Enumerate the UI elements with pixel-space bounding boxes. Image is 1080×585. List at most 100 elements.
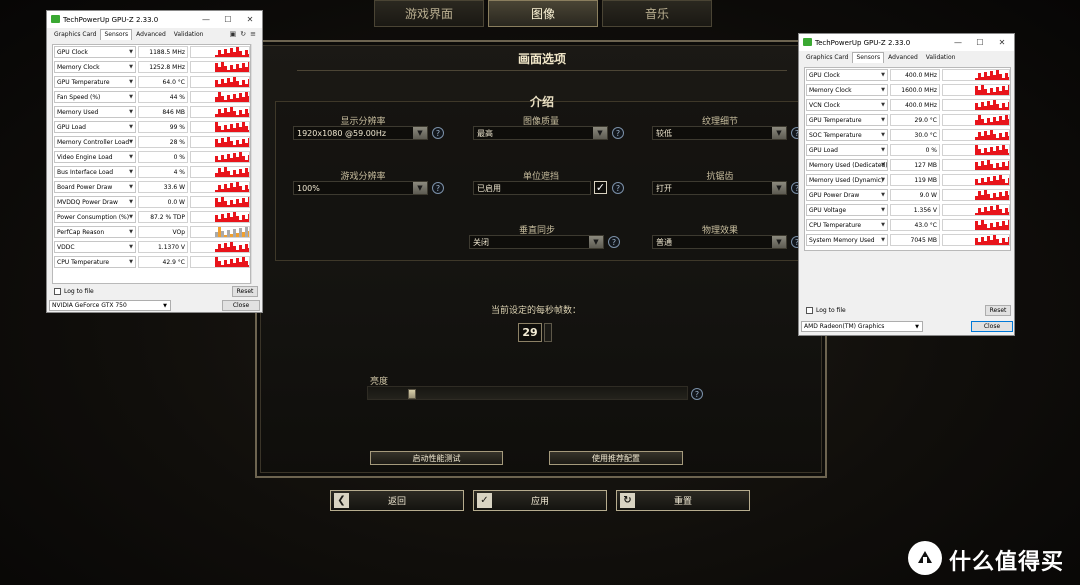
help-icon[interactable]: ?	[608, 236, 620, 248]
reset-sensors-button[interactable]: Reset	[232, 286, 258, 297]
help-icon[interactable]: ?	[612, 182, 624, 194]
sensor-name-dropdown[interactable]: GPU Load ▼	[54, 121, 136, 133]
minimize-icon[interactable]: —	[946, 34, 970, 51]
tab-game-ui[interactable]: 游戏界面	[374, 0, 484, 27]
display-resolution-dropdown[interactable]: 1920x1080 @59.00Hz ▼	[293, 126, 428, 140]
chevron-down-icon: ▼	[413, 127, 427, 139]
sensor-name-dropdown[interactable]: GPU Temperature ▼	[806, 114, 888, 126]
sensor-name-dropdown[interactable]: Memory Clock ▼	[54, 61, 136, 73]
sensor-name-dropdown[interactable]: Memory Clock ▼	[806, 84, 888, 96]
image-quality-dropdown[interactable]: 最高 ▼	[473, 126, 608, 140]
sensor-name-dropdown[interactable]: GPU Clock ▼	[806, 69, 888, 81]
gpu-select[interactable]: AMD Radeon(TM) Graphics ▼	[801, 321, 923, 332]
brightness-slider[interactable]	[367, 386, 688, 400]
sensor-list: GPU Clock ▼ 1188.5 MHz Memory Clock ▼ 1252.8 …	[52, 44, 251, 284]
sensor-name: System Memory Used	[809, 236, 875, 244]
gpu-select[interactable]: NVIDIA GeForce GTX 750 ▼	[49, 300, 171, 311]
sensor-name-dropdown[interactable]: Board Power Draw ▼	[54, 181, 136, 193]
sensor-name-dropdown[interactable]: GPU Load ▼	[806, 144, 888, 156]
physics-value: 普通	[656, 237, 672, 247]
unit-occlusion-checkbox[interactable]: ✓	[594, 181, 607, 194]
game-resolution-dropdown[interactable]: 100% ▼	[293, 181, 428, 195]
recommended-settings-button[interactable]: 使用推荐配置	[549, 451, 683, 465]
graph-bar	[248, 113, 249, 117]
sensor-name-dropdown[interactable]: CPU Temperature ▼	[806, 219, 888, 231]
help-icon[interactable]: ?	[691, 388, 703, 400]
sensor-name-dropdown[interactable]: Memory Controller Load ▼	[54, 136, 136, 148]
tab-music[interactable]: 音乐	[602, 0, 712, 27]
sensor-name-dropdown[interactable]: VCN Clock ▼	[806, 99, 888, 111]
tab-advanced[interactable]: Advanced	[884, 52, 922, 63]
chevron-down-icon: ▼	[129, 79, 133, 85]
graph-bar	[1008, 85, 1009, 95]
sensor-name: Board Power Draw	[57, 183, 113, 191]
sensor-name-dropdown[interactable]: GPU Clock ▼	[54, 46, 136, 58]
maximize-icon[interactable]: ☐	[216, 11, 240, 28]
sensor-row: Memory Clock ▼ 1600.0 MHz	[805, 83, 1010, 98]
sensor-name-dropdown[interactable]: Fan Speed (%) ▼	[54, 91, 136, 103]
tab-sensors[interactable]: Sensors	[852, 52, 885, 63]
gpuz-window-amd: TechPowerUp GPU-Z 2.33.0 — ☐ ✕ Graphics …	[798, 33, 1015, 336]
watermark-text: 什么值得买	[949, 550, 1065, 575]
gpuz-window-nvidia: TechPowerUp GPU-Z 2.33.0 — ☐ ✕ Graphics …	[46, 10, 263, 313]
sensor-name-dropdown[interactable]: Memory Used (Dynamic) ▼	[806, 174, 888, 186]
tab-graphics-card[interactable]: Graphics Card	[802, 52, 852, 63]
tab-advanced[interactable]: Advanced	[132, 29, 170, 40]
sensor-name-dropdown[interactable]: GPU Temperature ▼	[54, 76, 136, 88]
sensor-name-dropdown[interactable]: Bus Interface Load ▼	[54, 166, 136, 178]
toolbar-icons: ▣ ↻ ≡	[230, 30, 256, 38]
fps-value-field[interactable]: 29	[518, 323, 542, 342]
menu-icon[interactable]: ≡	[250, 30, 256, 38]
sensor-name-dropdown[interactable]: VDDC ▼	[54, 241, 136, 253]
maximize-icon[interactable]: ☐	[968, 34, 992, 51]
sensor-name-dropdown[interactable]: SOC Temperature ▼	[806, 129, 888, 141]
help-icon[interactable]: ?	[432, 182, 444, 194]
reset-sensors-button[interactable]: Reset	[985, 305, 1011, 316]
sensor-value: 0.0 W	[138, 196, 188, 208]
sensor-value: 87.2 % TDP	[138, 211, 188, 223]
help-icon[interactable]: ?	[432, 127, 444, 139]
refresh-icon[interactable]: ↻	[240, 30, 246, 38]
window-title: TechPowerUp GPU-Z 2.33.0	[63, 15, 159, 24]
fps-stepper[interactable]	[544, 323, 552, 342]
benchmark-button[interactable]: 启动性能测试	[370, 451, 503, 465]
tab-graphics[interactable]: 图像	[488, 0, 598, 27]
tab-graphics-card[interactable]: Graphics Card	[50, 29, 100, 40]
sensor-name-dropdown[interactable]: PerfCap Reason ▼	[54, 226, 136, 238]
help-icon[interactable]: ?	[612, 127, 624, 139]
anti-aliasing-dropdown[interactable]: 打开 ▼	[652, 181, 787, 195]
sensor-name-dropdown[interactable]: GPU Voltage ▼	[806, 204, 888, 216]
sensor-value: 400.0 MHz	[890, 99, 940, 111]
close-button[interactable]: Close	[971, 321, 1013, 332]
sensor-name-dropdown[interactable]: GPU Power Draw ▼	[806, 189, 888, 201]
close-button[interactable]: Close	[222, 300, 260, 311]
graph-bar	[248, 189, 249, 192]
scrollbar[interactable]	[251, 44, 259, 284]
tab-validation[interactable]: Validation	[922, 52, 960, 63]
sensor-name-dropdown[interactable]: System Memory Used ▼	[806, 234, 888, 246]
back-button[interactable]: ❮ 返回	[330, 490, 464, 511]
camera-icon[interactable]: ▣	[230, 30, 237, 38]
sensor-name-dropdown[interactable]: Power Consumption (%) ▼	[54, 211, 136, 223]
sensor-value: 4 %	[138, 166, 188, 178]
apply-button[interactable]: ✓ 应用	[473, 490, 607, 511]
chevron-down-icon: ▼	[915, 323, 919, 330]
tab-validation[interactable]: Validation	[170, 29, 208, 40]
sensor-name-dropdown[interactable]: CPU Temperature ▼	[54, 256, 136, 268]
vsync-dropdown[interactable]: 关闭 ▼	[469, 235, 604, 249]
sensor-name-dropdown[interactable]: MVDDQ Power Draw ▼	[54, 196, 136, 208]
sensor-name-dropdown[interactable]: Video Engine Load ▼	[54, 151, 136, 163]
close-icon[interactable]: ✕	[238, 11, 262, 28]
sensor-name-dropdown[interactable]: Memory Used (Dedicated) ▼	[806, 159, 888, 171]
brightness-slider-thumb[interactable]	[408, 389, 416, 399]
tab-sensors[interactable]: Sensors	[100, 29, 133, 40]
reset-button[interactable]: ↻ 重置	[616, 490, 750, 511]
sensor-name-dropdown[interactable]: Memory Used ▼	[54, 106, 136, 118]
texture-detail-dropdown[interactable]: 较低 ▼	[652, 126, 787, 140]
physics-dropdown[interactable]: 普通 ▼	[652, 235, 787, 249]
sensor-value: 9.0 W	[890, 189, 940, 201]
close-icon[interactable]: ✕	[990, 34, 1014, 51]
minimize-icon[interactable]: —	[194, 11, 218, 28]
log-to-file-checkbox[interactable]: Log to file	[54, 288, 94, 295]
log-to-file-checkbox[interactable]: Log to file	[806, 307, 846, 314]
